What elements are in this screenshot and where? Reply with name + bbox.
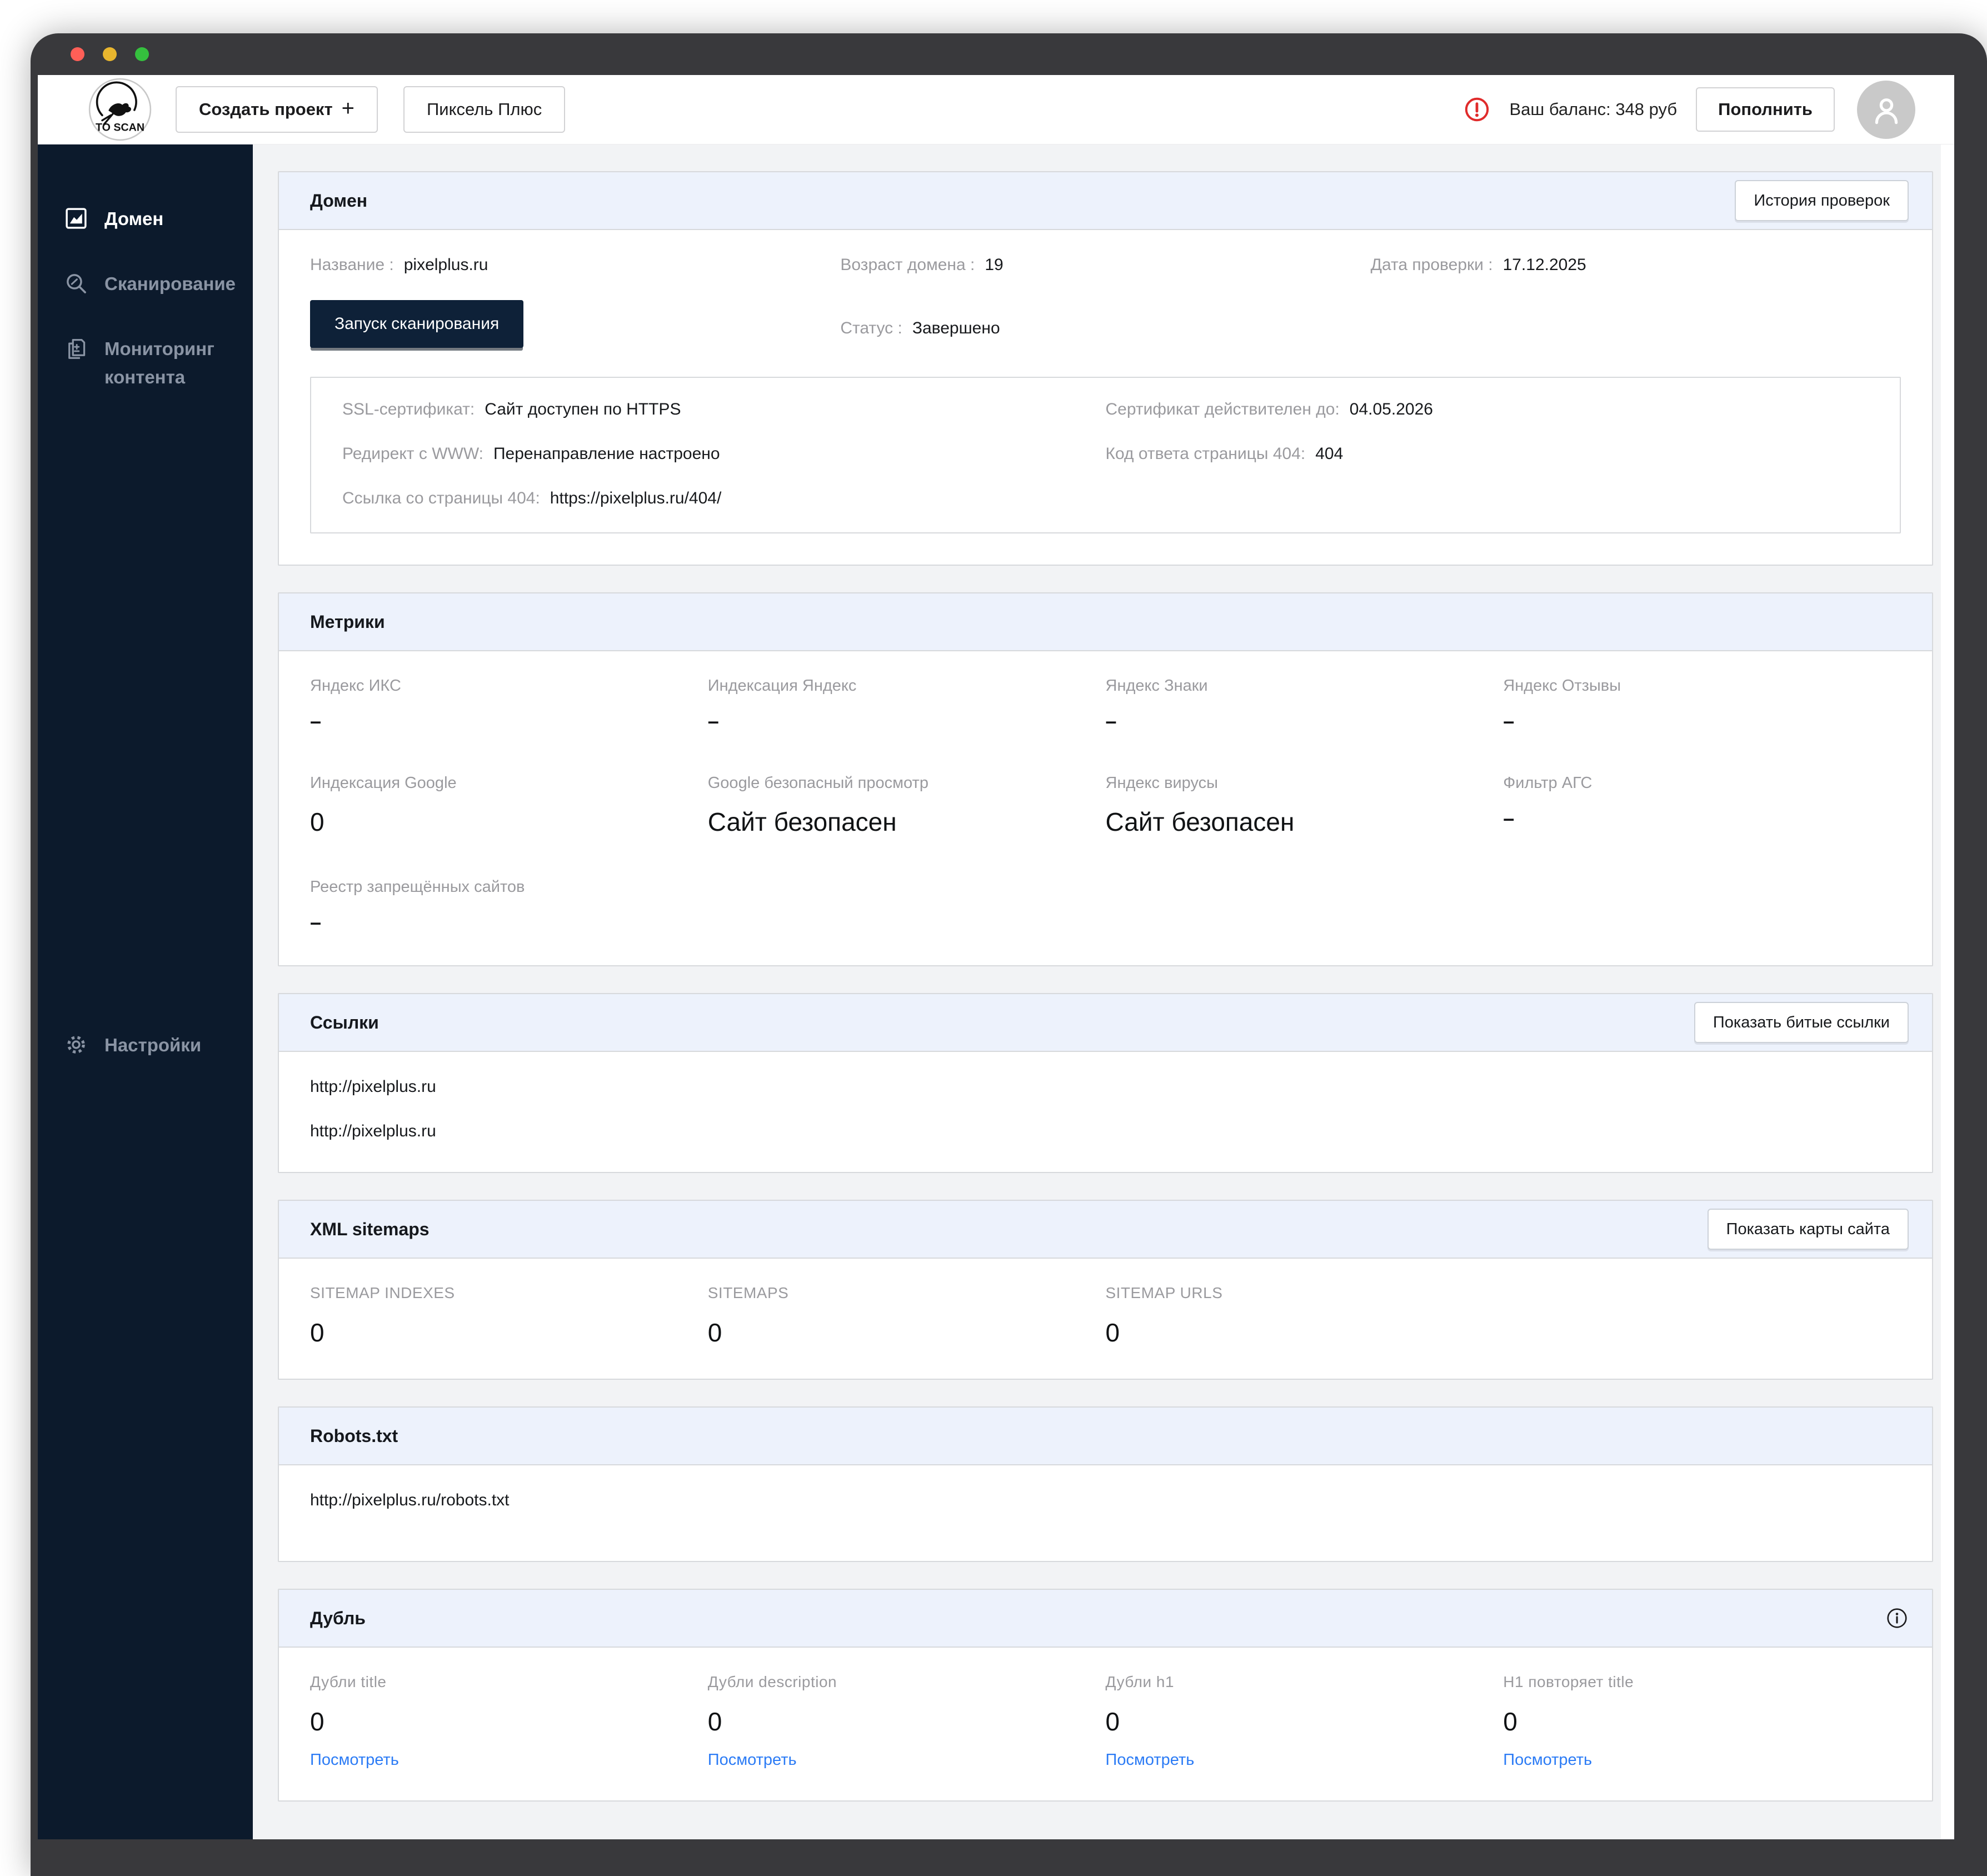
sidebar-item-scanning[interactable]: Сканирование bbox=[38, 270, 253, 298]
header-right-group: Ваш баланс: 348 руб Пополнить bbox=[1464, 80, 1915, 139]
current-project-button[interactable]: Пиксель Плюс bbox=[403, 86, 566, 133]
metric-yandex-viruses: Яндекс вирусы Сайт безопасен bbox=[1105, 774, 1295, 836]
metric-yandex-marks: Яндекс Знаки – bbox=[1105, 677, 1208, 732]
cert-valid-value: 04.05.2026 bbox=[1349, 400, 1433, 418]
ssl-label: SSL-сертификат: bbox=[342, 400, 475, 418]
panel-title: Домен bbox=[310, 190, 368, 211]
show-broken-links-button[interactable]: Показать битые ссылки bbox=[1694, 1002, 1909, 1043]
close-window-button[interactable] bbox=[71, 47, 84, 61]
minimize-window-button[interactable] bbox=[103, 47, 117, 61]
metric-yandex-reviews: Яндекс Отзывы – bbox=[1503, 677, 1621, 732]
toscan-logo[interactable]: TO SCAN bbox=[88, 77, 152, 142]
panel-title: XML sitemaps bbox=[310, 1219, 430, 1239]
info-icon[interactable] bbox=[1885, 1606, 1909, 1630]
balance-text: Ваш баланс: 348 руб bbox=[1509, 99, 1678, 119]
check-date-label: Дата проверки : bbox=[1370, 256, 1493, 274]
status-value: Завершено bbox=[912, 319, 1000, 337]
app-content: TO SCAN Создать проект + Пиксель Плюс Ва… bbox=[38, 75, 1954, 1839]
link404-label: Ссылка со страницы 404: bbox=[342, 489, 540, 507]
window-titlebar bbox=[31, 33, 1987, 75]
domain-name-label: Название : bbox=[310, 256, 394, 274]
sidebar-item-label: Сканирование bbox=[104, 273, 236, 295]
sidebar-item-content-monitoring[interactable]: Мониторинг контента bbox=[38, 335, 253, 391]
documents-icon bbox=[68, 339, 86, 360]
app-header: TO SCAN Создать проект + Пиксель Плюс Ва… bbox=[38, 75, 1954, 144]
gear-icon bbox=[67, 1035, 85, 1054]
stat-duplicate-title: Дубли title 0 Посмотреть bbox=[310, 1673, 399, 1769]
panel-title: Ссылки bbox=[310, 1012, 379, 1032]
robots-link[interactable]: http://pixelplus.ru/robots.txt bbox=[310, 1491, 1901, 1510]
sidebar-item-label: Мониторинг контента bbox=[104, 338, 214, 388]
sidebar: Домен Сканирование Мониторинг контента Н… bbox=[38, 144, 253, 1839]
site-link[interactable]: http://pixelplus.ru bbox=[310, 1122, 1901, 1141]
panel-title: Robots.txt bbox=[310, 1425, 398, 1446]
topup-button[interactable]: Пополнить bbox=[1696, 87, 1835, 132]
code404-value: 404 bbox=[1315, 445, 1344, 463]
link404-value[interactable]: https://pixelplus.ru/404/ bbox=[550, 489, 722, 508]
show-sitemaps-button[interactable]: Показать карты сайта bbox=[1707, 1209, 1909, 1250]
panel-title: Дубль bbox=[310, 1608, 366, 1628]
code404-label: Код ответа страницы 404: bbox=[1105, 445, 1306, 463]
metric-yandex-indexing: Индексация Яндекс – bbox=[707, 677, 857, 732]
check-date-value: 17.12.2025 bbox=[1502, 256, 1586, 274]
stat-sitemap-urls: SITEMAP URLS 0 bbox=[1105, 1284, 1223, 1347]
status-label: Статус : bbox=[840, 319, 902, 337]
stat-sitemaps: SITEMAPS 0 bbox=[707, 1284, 789, 1347]
view-link[interactable]: Посмотреть bbox=[1106, 1751, 1195, 1769]
user-avatar[interactable] bbox=[1857, 80, 1915, 139]
project-name: Пиксель Плюс bbox=[427, 99, 542, 119]
metric-google-indexing: Индексация Google 0 bbox=[310, 774, 457, 836]
balance-alert-icon bbox=[1465, 97, 1489, 122]
stat-h1-repeats-title: H1 повторяет title 0 Посмотреть bbox=[1503, 1673, 1634, 1769]
stat-duplicate-h1: Дубли h1 0 Посмотреть bbox=[1105, 1673, 1195, 1769]
domain-name-value: pixelplus.ru bbox=[403, 256, 488, 274]
start-scan-button[interactable]: Запуск сканирования bbox=[310, 300, 524, 348]
sidebar-item-domain[interactable]: Домен bbox=[38, 204, 253, 233]
view-link[interactable]: Посмотреть bbox=[1503, 1751, 1592, 1769]
www-redirect-value: Перенаправление настроено bbox=[493, 445, 720, 463]
metrics-panel: Метрики Яндекс ИКС – Индексация Яндекс – Я… bbox=[278, 592, 1933, 966]
svg-text:TO SCAN: TO SCAN bbox=[96, 121, 144, 133]
create-project-button[interactable]: Создать проект + bbox=[176, 86, 378, 133]
ssl-value: Сайт доступен по HTTPS bbox=[485, 400, 681, 418]
metric-ags-filter: Фильтр АГС – bbox=[1503, 774, 1592, 830]
domain-age-value: 19 bbox=[985, 256, 1004, 274]
view-link[interactable]: Посмотреть bbox=[310, 1751, 399, 1769]
chart-icon bbox=[66, 208, 87, 229]
main-area: Домен История проверок Название : pixelpl… bbox=[253, 144, 1954, 1839]
create-project-label: Создать проект bbox=[199, 99, 333, 119]
links-panel: Ссылки Показать битые ссылки http://pixe… bbox=[278, 993, 1933, 1173]
app-window: TO SCAN Создать проект + Пиксель Плюс Ва… bbox=[31, 33, 1987, 1876]
maximize-window-button[interactable] bbox=[135, 47, 149, 61]
metric-yandex-iks: Яндекс ИКС – bbox=[310, 677, 401, 732]
search-icon bbox=[67, 274, 86, 294]
robots-panel: Robots.txt http://pixelplus.ru/robots.tx… bbox=[278, 1406, 1933, 1562]
panel-title: Метрики bbox=[310, 611, 385, 632]
view-link[interactable]: Посмотреть bbox=[708, 1751, 797, 1769]
sidebar-item-label: Домен bbox=[104, 208, 164, 229]
www-redirect-label: Редирект с WWW: bbox=[342, 445, 483, 463]
cert-valid-label: Сертификат действителен до: bbox=[1105, 400, 1340, 418]
person-icon bbox=[1875, 98, 1898, 124]
sidebar-item-settings[interactable]: Настройки bbox=[38, 1031, 253, 1059]
ssl-info-box: SSL-сертификат: Сайт доступен по HTTPS Се… bbox=[310, 377, 1901, 533]
sitemaps-panel: XML sitemaps Показать карты сайта SITEMA… bbox=[278, 1200, 1933, 1380]
scrollbar-track[interactable] bbox=[1941, 144, 1954, 1839]
topup-label: Пополнить bbox=[1718, 99, 1813, 119]
domain-age-label: Возраст домена : bbox=[840, 256, 975, 274]
metric-banned-registry: Реестр запрещённых сайтов – bbox=[310, 878, 525, 934]
domain-panel: Домен История проверок Название : pixelpl… bbox=[278, 171, 1933, 566]
plus-icon: + bbox=[341, 96, 355, 121]
sidebar-item-label: Настройки bbox=[104, 1034, 202, 1055]
duplicates-panel: Дубль Дубли title 0 Посмотреть Дубли des… bbox=[278, 1589, 1933, 1802]
check-history-button[interactable]: История проверок bbox=[1735, 180, 1909, 221]
stat-sitemap-indexes: SITEMAP INDEXES 0 bbox=[310, 1284, 455, 1347]
site-link[interactable]: http://pixelplus.ru bbox=[310, 1077, 1901, 1096]
stat-duplicate-description: Дубли description 0 Посмотреть bbox=[707, 1673, 837, 1769]
metric-google-safebrowsing: Google безопасный просмотр Сайт безопасен bbox=[707, 774, 928, 836]
